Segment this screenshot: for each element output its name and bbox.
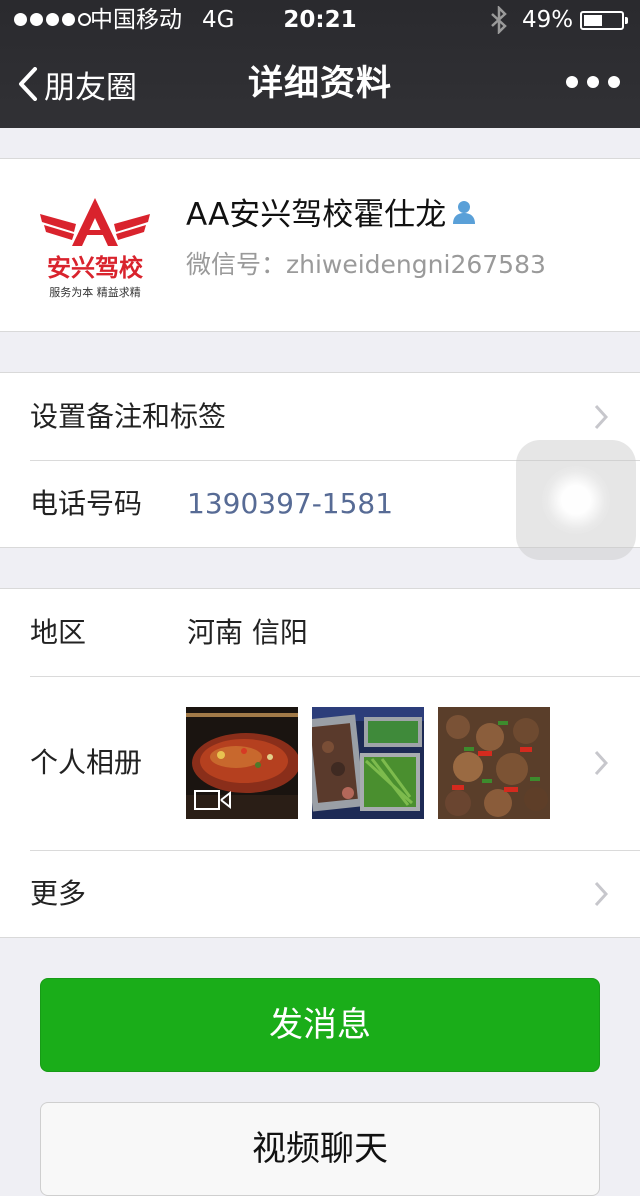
- more-dots-icon[interactable]: [566, 76, 620, 88]
- profile-card[interactable]: 安兴驾校 服务为本 精益求精 AA安兴驾校霍仕龙 微信号：zhiweidengn…: [0, 158, 640, 332]
- wechat-id: 微信号：zhiweidengni267583: [186, 250, 546, 279]
- region-label: 地区: [30, 616, 87, 649]
- assistive-touch-button[interactable]: [516, 440, 636, 560]
- remark-tags-label: 设置备注和标签: [30, 400, 227, 433]
- avatar-slogan: 服务为本 精益求精: [49, 285, 141, 299]
- album-thumbnail[interactable]: [312, 707, 424, 819]
- page-title: 详细资料: [247, 64, 392, 104]
- bluetooth-icon: [491, 6, 507, 34]
- chevron-right-icon: [594, 404, 608, 430]
- more-row[interactable]: 更多: [0, 850, 640, 938]
- avatar-logo-text: 安兴驾校: [47, 254, 144, 282]
- chevron-right-icon: [594, 881, 608, 907]
- phone-number-link[interactable]: 1390397-1581: [187, 460, 393, 547]
- album-photo: [312, 707, 424, 819]
- chevron-right-icon: [594, 750, 608, 776]
- battery-icon: [580, 11, 628, 30]
- person-icon: [453, 200, 476, 224]
- info-group-region-album: 地区 河南 信阳 个人相册 更多: [0, 588, 640, 938]
- send-message-button[interactable]: 发消息: [40, 978, 600, 1072]
- video-call-button[interactable]: 视频聊天: [40, 1102, 600, 1196]
- status-bar: 中国移动 4G 20:21 49%: [0, 0, 640, 40]
- video-camera-icon: [194, 790, 231, 810]
- album-row[interactable]: 个人相册: [0, 676, 640, 850]
- region-value: 河南 信阳: [187, 616, 308, 649]
- album-thumbnail[interactable]: [438, 707, 550, 819]
- contact-name-row: AA安兴驾校霍仕龙: [186, 189, 478, 234]
- album-label: 个人相册: [30, 746, 143, 779]
- region-row: 地区 河南 信阳: [0, 589, 640, 676]
- album-thumbnail-video[interactable]: [186, 707, 298, 819]
- top-bar: 中国移动 4G 20:21 49% 朋友圈 详细资料: [0, 0, 640, 128]
- avatar[interactable]: 安兴驾校 服务为本 精益求精: [30, 184, 160, 306]
- more-label: 更多: [30, 877, 87, 910]
- contact-name: AA安兴驾校霍仕龙: [186, 197, 447, 233]
- phone-label: 电话号码: [30, 487, 143, 520]
- battery-level: [584, 15, 602, 26]
- navigation-bar: 朋友圈 详细资料: [0, 40, 640, 128]
- battery-percent: 49%: [522, 7, 574, 33]
- album-photo: [438, 707, 550, 819]
- assistive-touch-icon: [542, 466, 610, 534]
